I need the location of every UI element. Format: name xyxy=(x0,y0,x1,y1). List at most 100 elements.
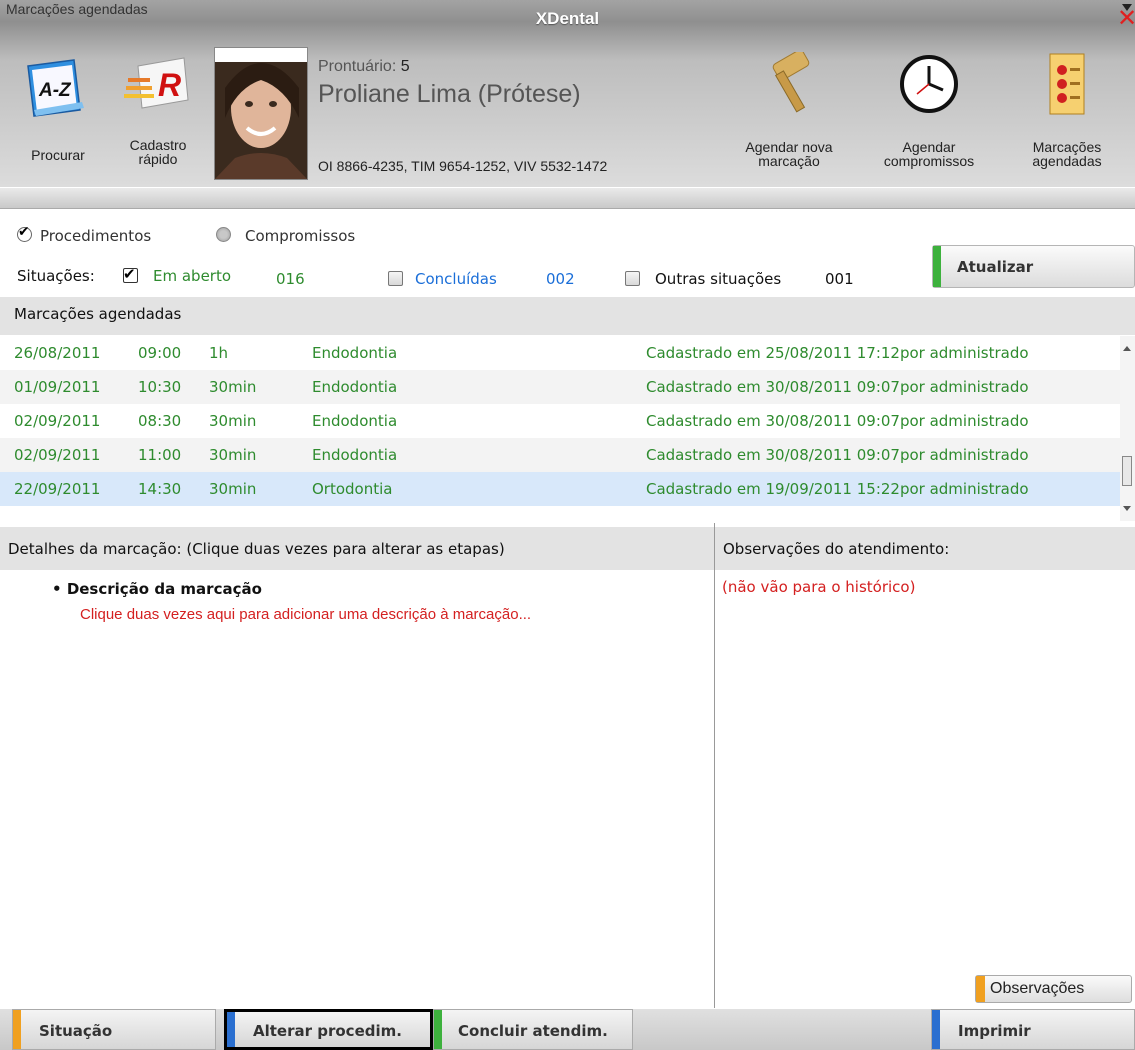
appointment-row-selected[interactable]: 22/09/2011 14:30 30min Ortodontia Cadast… xyxy=(0,472,1120,506)
patient-avatar-image xyxy=(215,62,307,179)
record-label: Prontuário: xyxy=(318,58,397,75)
new-appointment-tool-button[interactable]: Agendar nova marcação xyxy=(726,48,852,178)
details-header-label: Detalhes da marcação: (Clique duas vezes… xyxy=(8,540,505,558)
appointment-duration: 1h xyxy=(209,344,229,362)
change-procedure-button[interactable]: Alterar procedim. xyxy=(224,1009,433,1050)
appointment-date: 02/09/2011 xyxy=(14,412,101,430)
status-button-accent xyxy=(13,1010,21,1049)
appointment-procedure: Endodontia xyxy=(312,344,398,362)
appointment-procedure: Ortodontia xyxy=(312,480,393,498)
commitments-radio[interactable] xyxy=(216,227,231,242)
quick-register-tool-button[interactable]: R Cadastro rápido xyxy=(112,48,204,178)
appointment-duration: 30min xyxy=(209,446,257,464)
appointment-date: 01/09/2011 xyxy=(14,378,101,396)
appointment-date: 26/08/2011 xyxy=(14,344,101,362)
description-title: Descrição da marcação xyxy=(66,580,262,598)
finish-button[interactable]: Concluir atendim. xyxy=(433,1009,633,1050)
search-tool-button[interactable]: A-Z Procurar xyxy=(14,48,102,178)
observations-button[interactable]: Observações xyxy=(975,975,1132,1003)
completed-label: Concluídas xyxy=(415,270,497,288)
status-button-label: Situação xyxy=(39,1022,113,1040)
commitments-label: Compromissos xyxy=(245,227,356,245)
section-dropdown-label: Marcações agendadas xyxy=(6,1,148,17)
appointment-date: 22/09/2011 xyxy=(14,480,101,498)
appointment-info: Cadastrado em 19/09/2011 15:22por admini… xyxy=(646,480,1029,498)
appointment-time: 14:30 xyxy=(138,480,182,498)
appointment-row[interactable]: 02/09/2011 11:00 30min Endodontia Cadast… xyxy=(0,438,1120,472)
observations-button-label: Observações xyxy=(990,980,1085,997)
observations-header: Observações do atendimento: xyxy=(715,527,1135,570)
quick-register-label-line1: Cadastro xyxy=(129,137,187,153)
appointment-duration: 30min xyxy=(209,480,257,498)
patient-phones: OI 8866-4235, TIM 9654-1252, VIV 5532-14… xyxy=(318,158,608,174)
print-button-accent xyxy=(932,1010,940,1049)
patient-name: Proliane Lima (Prótese) xyxy=(318,80,581,108)
quick-register-label-line2: rápido xyxy=(138,151,178,167)
scheduled-appointments-tool-button[interactable]: Marcações agendadas xyxy=(1002,48,1132,178)
appointments-list: 26/08/2011 09:00 1h Endodontia Cadastrad… xyxy=(0,336,1120,506)
other-count: 001 xyxy=(825,270,854,288)
appointment-info: Cadastrado em 30/08/2011 09:07por admini… xyxy=(646,446,1029,464)
svg-text:A-Z: A-Z xyxy=(38,80,72,101)
appointment-procedure: Endodontia xyxy=(312,446,398,464)
schedule-commitments-tool-button[interactable]: Agendar compromissos xyxy=(866,48,992,178)
gavel-icon xyxy=(772,52,810,113)
scroll-thumb[interactable] xyxy=(1122,456,1132,486)
chevron-down-icon[interactable] xyxy=(1122,4,1132,11)
scroll-down-icon[interactable] xyxy=(1123,506,1131,511)
refresh-button[interactable]: Atualizar xyxy=(932,245,1135,288)
completed-checkbox[interactable] xyxy=(388,271,403,286)
details-header: Detalhes da marcação: (Clique duas vezes… xyxy=(0,527,714,570)
refresh-button-accent xyxy=(933,246,941,287)
appointment-procedure: Endodontia xyxy=(312,412,398,430)
scroll-up-icon[interactable] xyxy=(1123,346,1131,351)
appointment-procedure: Endodontia xyxy=(312,378,398,396)
details-panel[interactable]: • Descrição da marcação Clique duas veze… xyxy=(8,570,708,1008)
appointment-row[interactable]: 01/09/2011 10:30 30min Endodontia Cadast… xyxy=(0,370,1120,404)
description-hint: Clique duas vezes aqui para adicionar um… xyxy=(80,606,532,623)
observations-note: (não vão para o histórico) xyxy=(722,578,916,596)
appointment-duration: 30min xyxy=(209,412,257,430)
finish-button-accent xyxy=(434,1010,442,1049)
status-button[interactable]: Situação xyxy=(12,1009,216,1050)
other-checkbox[interactable] xyxy=(625,271,640,286)
appointment-info: Cadastrado em 25/08/2011 17:12por admini… xyxy=(646,344,1029,362)
print-button[interactable]: Imprimir xyxy=(931,1009,1135,1050)
appointments-header-label: Marcações agendadas xyxy=(14,305,182,323)
section-dropdown[interactable] xyxy=(0,188,1135,209)
finish-button-label: Concluir atendim. xyxy=(458,1022,608,1040)
print-button-label: Imprimir xyxy=(958,1022,1031,1040)
description-bullet: • Descrição da marcação xyxy=(52,580,262,598)
checklist-icon xyxy=(1049,53,1085,115)
appointment-date: 02/09/2011 xyxy=(14,446,101,464)
appointment-row[interactable]: 02/09/2011 08:30 30min Endodontia Cadast… xyxy=(0,404,1120,438)
open-label: Em aberto xyxy=(153,267,232,285)
observations-panel[interactable]: (não vão para o histórico) xyxy=(715,570,1135,1008)
appointments-header: Marcações agendadas xyxy=(0,297,1135,335)
procedures-radio[interactable] xyxy=(17,224,32,242)
scheduled-label-line2: agendadas xyxy=(1032,153,1102,169)
change-procedure-button-label: Alterar procedim. xyxy=(253,1022,402,1040)
appointments-scrollbar[interactable] xyxy=(1120,336,1135,521)
record-info: Prontuário: 5 xyxy=(318,58,410,76)
appointment-time: 11:00 xyxy=(138,446,182,464)
appointment-duration: 30min xyxy=(209,378,257,396)
other-label: Outras situações xyxy=(655,270,782,288)
appointment-info: Cadastrado em 30/08/2011 09:07por admini… xyxy=(646,412,1029,430)
new-appointment-label-line1: Agendar nova xyxy=(745,139,833,155)
situations-label: Situações: xyxy=(17,267,95,285)
window-title: XDental xyxy=(535,9,600,28)
procedures-label: Procedimentos xyxy=(40,227,152,245)
open-count: 016 xyxy=(276,270,305,288)
patient-photo xyxy=(214,47,308,180)
address-book-icon: A-Z xyxy=(27,59,84,117)
appointment-time: 10:30 xyxy=(138,378,182,396)
scheduled-label-line1: Marcações xyxy=(1032,139,1102,155)
observations-button-accent xyxy=(976,976,985,1002)
schedule-commitments-label-line2: compromissos xyxy=(883,153,975,169)
record-number: 5 xyxy=(400,58,410,75)
clock-icon xyxy=(900,55,958,113)
appointment-row[interactable]: 26/08/2011 09:00 1h Endodontia Cadastrad… xyxy=(0,336,1120,370)
open-checkbox[interactable] xyxy=(123,265,138,283)
schedule-commitments-label-line1: Agendar xyxy=(902,139,956,155)
